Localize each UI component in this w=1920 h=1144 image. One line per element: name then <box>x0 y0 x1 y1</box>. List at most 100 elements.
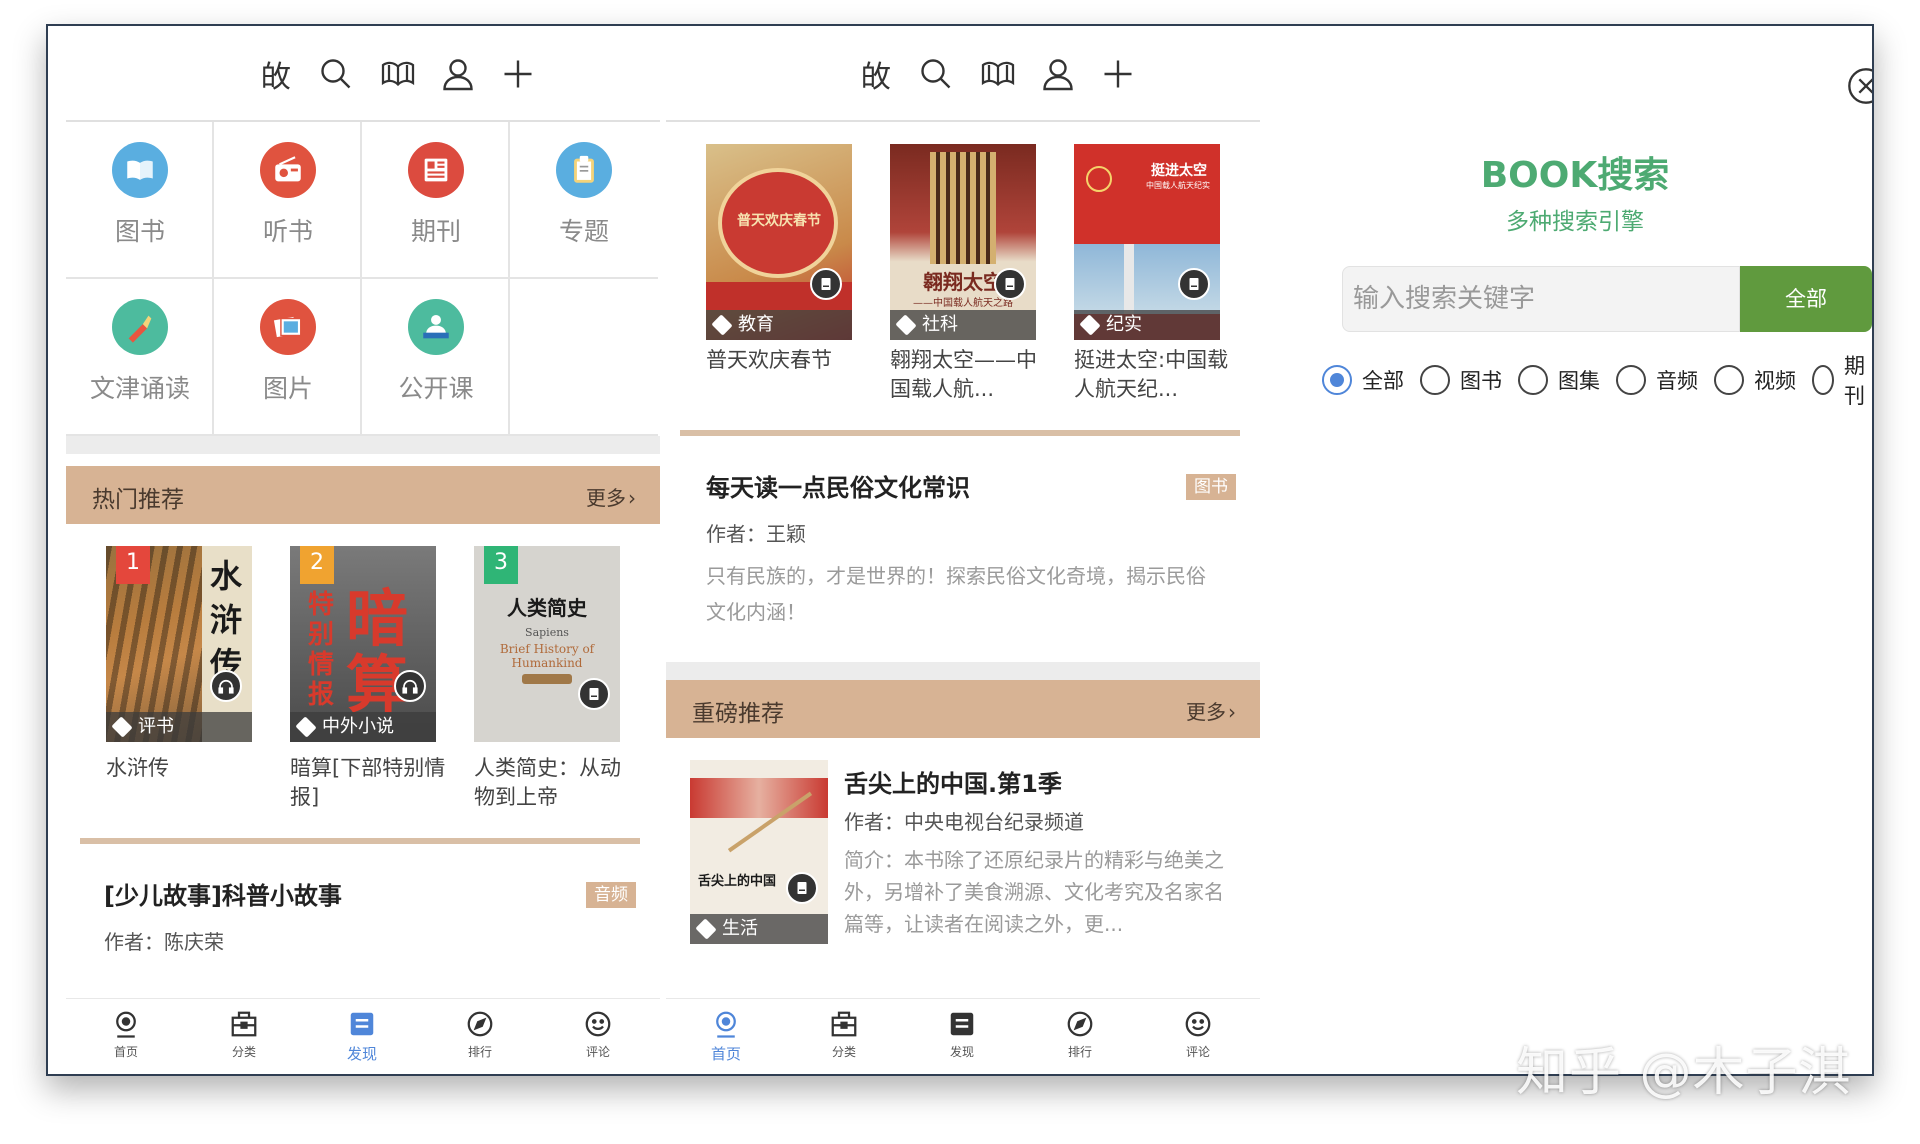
search-icon[interactable] <box>316 54 356 94</box>
radio-journals[interactable]: 期刊 <box>1812 354 1872 408</box>
book-cover-advance-space[interactable]: 挺进太空 中国载人航天纪实 纪实 <box>1074 144 1220 340</box>
cover-emblem <box>1086 166 1112 192</box>
category-books[interactable]: 图书 <box>66 122 214 279</box>
rank-badge: 2 <box>300 546 334 584</box>
rank-icon <box>467 1011 493 1037</box>
nav-category[interactable]: 分类 <box>194 1009 294 1060</box>
section-divider <box>680 430 1240 436</box>
book-cover-spring-festival[interactable]: 普天欢庆春节 教育 <box>706 144 852 340</box>
user-icon[interactable] <box>438 54 478 94</box>
nav-category[interactable]: 分类 <box>794 1009 894 1060</box>
category-journals[interactable]: 期刊 <box>362 122 510 279</box>
radio-label: 图集 <box>1558 369 1600 393</box>
more-link-label: 更多 <box>586 486 626 510</box>
nav-rank[interactable]: 排行 <box>1030 1009 1130 1060</box>
category-audiobooks[interactable]: 听书 <box>214 122 362 279</box>
nav-home[interactable]: 首页 <box>76 1009 176 1060</box>
photo-icon <box>260 299 316 355</box>
radio-atlas[interactable]: 图集 <box>1518 364 1600 396</box>
tag-icon <box>711 314 733 336</box>
panel-home-categories: 敀 图书 听书 期刊 专题 文津诵读 图片 公开课 热门推荐 更多 › 水浒传 … <box>66 26 660 1074</box>
cover-ornament <box>522 674 572 684</box>
plus-icon[interactable] <box>498 54 538 94</box>
book-cover-soaring-space[interactable]: 翱翔太空 ——中国载人航天之路 社科 <box>890 144 1036 340</box>
category-label: 专题 <box>558 217 609 246</box>
book-cover-shuihu[interactable]: 水浒传 1 评书 <box>106 546 252 742</box>
book-title[interactable]: 翱翔太空——中国载人航... <box>890 346 1046 404</box>
book-title[interactable]: 暗算[下部特别情报] <box>290 754 446 812</box>
category-wenjin-reading[interactable]: 文津诵读 <box>66 279 214 436</box>
search-icon[interactable] <box>916 54 956 94</box>
top-toolbar: 敀 <box>666 26 1260 122</box>
cover-title: 人类简史 <box>507 596 587 620</box>
book-cover-ansuan[interactable]: 特别情报 暗算 2 中外小说 <box>290 546 436 742</box>
heavy-recommend-header: 重磅推荐 更多 › <box>666 680 1260 738</box>
radio-audio[interactable]: 音频 <box>1616 364 1698 396</box>
close-button[interactable] <box>1846 66 1872 106</box>
nav-label: 首页 <box>710 1045 741 1063</box>
nav-comment[interactable]: 评论 <box>1148 1009 1248 1060</box>
nav-comment[interactable]: 评论 <box>548 1009 648 1060</box>
book-title[interactable]: 普天欢庆春节 <box>706 346 862 375</box>
nav-home[interactable]: 首页 <box>676 1009 776 1064</box>
book-title[interactable]: 人类简史：从动物到上帝 <box>474 754 630 812</box>
reader-icon <box>578 678 610 710</box>
section-title: 重磅推荐 <box>692 701 784 727</box>
item-title: 每天读一点民俗文化常识 <box>706 474 970 502</box>
tag-icon <box>895 314 917 336</box>
cover-title-small: 特别情报 <box>308 590 335 710</box>
text-icon[interactable]: 敀 <box>856 54 896 95</box>
section-gap <box>66 436 660 454</box>
more-link[interactable]: 更多 › <box>1186 696 1236 725</box>
discover-icon <box>350 1012 374 1036</box>
cover-rocket <box>1124 244 1134 314</box>
radio-label: 期刊 <box>1843 354 1865 408</box>
more-link-label: 更多 <box>1186 700 1226 724</box>
newspaper-icon <box>408 142 464 198</box>
book-icon[interactable] <box>978 54 1018 94</box>
category-label: 公开课 <box>398 374 474 403</box>
cover-tag: 评书 <box>106 712 252 742</box>
radio-icon <box>1420 365 1450 395</box>
text-icon-glyph: 敀 <box>261 60 291 95</box>
cover-tag: 中外小说 <box>290 712 436 742</box>
search-scope-button[interactable]: 全部 <box>1740 266 1872 332</box>
cover-tag-label: 生活 <box>722 918 758 939</box>
book-title[interactable]: 水浒传 <box>106 754 262 783</box>
category-open-course[interactable]: 公开课 <box>362 279 510 436</box>
cover-tag: 生活 <box>690 914 828 944</box>
nav-discover[interactable]: 发现 <box>912 1009 1012 1060</box>
item-description: 简介：本书除了还原纪录片的精彩与绝美之外，另增补了美食溯源、文化考究及名家名篇等… <box>844 848 1224 936</box>
cover-tag: 教育 <box>706 310 852 340</box>
user-icon[interactable] <box>1038 54 1078 94</box>
comment-icon <box>1185 1011 1211 1037</box>
category-pictures[interactable]: 图片 <box>214 279 362 436</box>
radio-selected-icon <box>1322 365 1352 395</box>
nav-rank[interactable]: 排行 <box>430 1009 530 1060</box>
nav-label: 首页 <box>113 1045 138 1059</box>
chevron-right-icon: › <box>628 486 636 510</box>
nav-label: 排行 <box>1067 1045 1092 1059</box>
search-input[interactable]: 输入搜索关键字 <box>1342 266 1740 332</box>
radio-video[interactable]: 视频 <box>1714 364 1796 396</box>
radio-icon <box>260 142 316 198</box>
hot-recommend-header: 热门推荐 更多 › <box>66 466 660 524</box>
radio-all[interactable]: 全部 <box>1322 364 1404 396</box>
book-icon[interactable] <box>378 54 418 94</box>
tag-icon <box>1079 314 1101 336</box>
radio-books[interactable]: 图书 <box>1420 364 1502 396</box>
category-topics[interactable]: 专题 <box>510 122 658 279</box>
plus-icon[interactable] <box>1098 54 1138 94</box>
text-icon[interactable]: 敀 <box>256 54 296 95</box>
item-description: 只有民族的，才是世界的！探索民俗文化奇境，揭示民俗文化内涵！ <box>706 564 1206 624</box>
book-cover-sapiens[interactable]: 人类简史 Sapiens Brief History of Humankind … <box>474 546 620 742</box>
section-gap <box>666 662 1260 680</box>
nav-discover[interactable]: 发现 <box>312 1009 412 1064</box>
more-link[interactable]: 更多 › <box>586 482 636 511</box>
rank-badge: 1 <box>116 546 150 584</box>
cover-tag-label: 评书 <box>138 716 174 737</box>
cover-tag: 社科 <box>890 310 1036 340</box>
item-author: 作者：中央电视台纪录频道 <box>844 810 1084 834</box>
book-cover-bite-of-china: 舌尖上的中国 生活 <box>690 760 828 944</box>
book-title[interactable]: 挺进太空:中国载人航天纪... <box>1074 346 1230 404</box>
